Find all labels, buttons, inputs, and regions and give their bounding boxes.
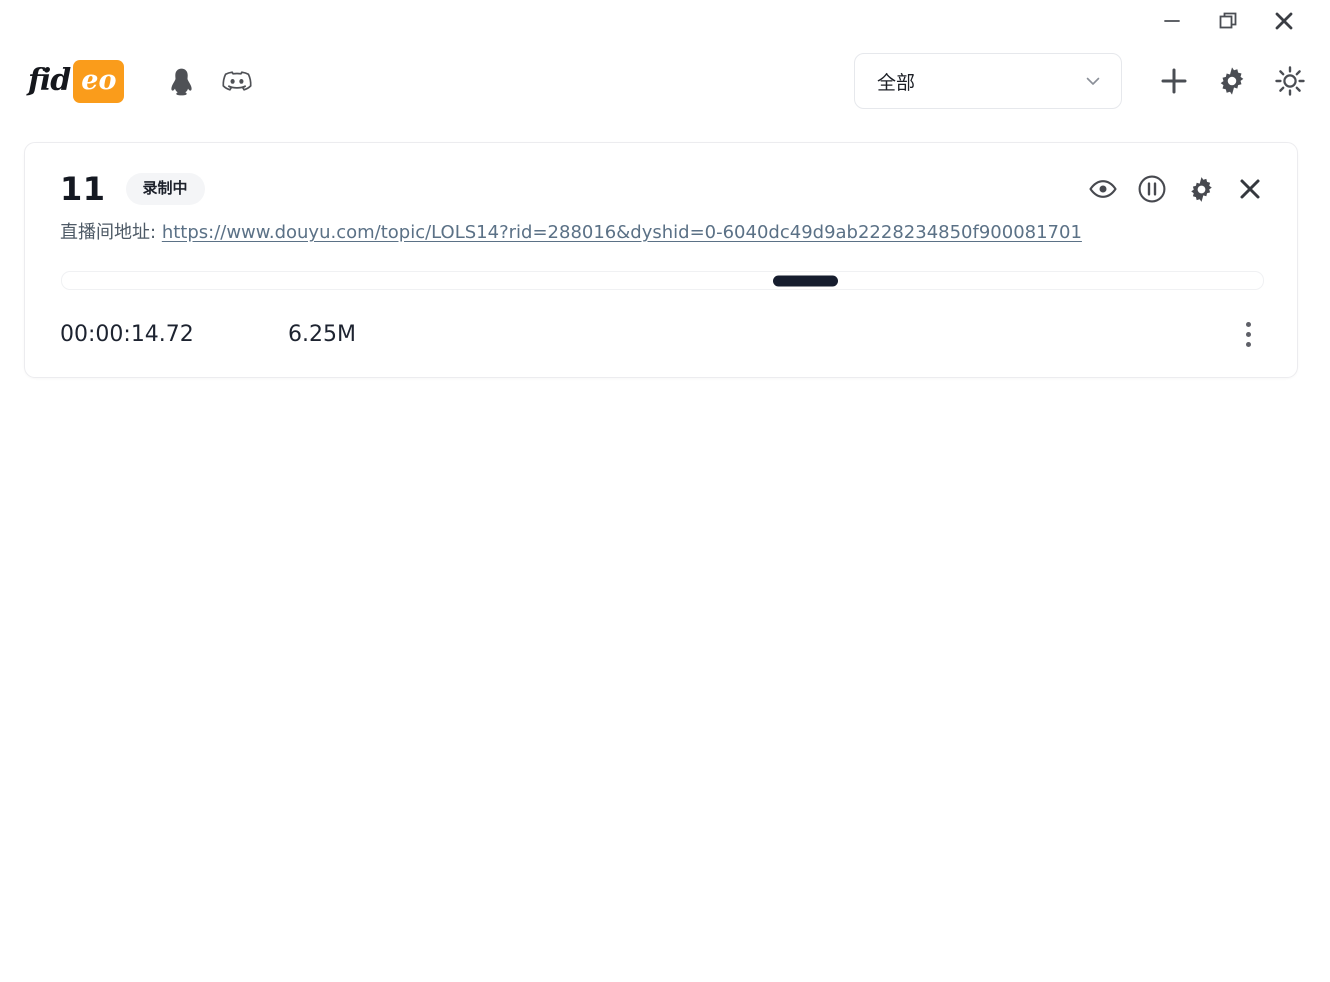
status-badge: 录制中 bbox=[125, 173, 205, 205]
discord-icon[interactable] bbox=[222, 66, 253, 96]
close-x-icon[interactable] bbox=[1235, 174, 1265, 204]
social-links bbox=[166, 66, 253, 96]
window-close-button[interactable] bbox=[1256, 0, 1312, 42]
add-icon[interactable] bbox=[1156, 63, 1192, 99]
progress-slider-handle[interactable] bbox=[772, 275, 838, 287]
window-restore-button[interactable] bbox=[1200, 0, 1256, 42]
more-options-icon[interactable] bbox=[1231, 317, 1265, 351]
progress-slider-track[interactable] bbox=[61, 271, 1264, 291]
kebab-dot bbox=[1245, 341, 1251, 347]
platform-filter-select[interactable]: 全部 bbox=[854, 53, 1122, 109]
header-actions bbox=[1156, 63, 1308, 99]
logo-text-primary: fid bbox=[28, 63, 71, 98]
chevron-down-icon bbox=[1086, 77, 1100, 85]
preview-eye-icon[interactable] bbox=[1088, 174, 1118, 204]
progress-slider-wrap bbox=[60, 271, 1265, 291]
recording-filesize: 6.25M bbox=[288, 321, 356, 347]
recording-duration: 00:00:14.72 bbox=[60, 321, 194, 347]
task-card-footer: 00:00:14.72 6.25M bbox=[60, 317, 1265, 351]
logo-text-accent: eo bbox=[73, 59, 125, 103]
kebab-dot bbox=[1245, 321, 1251, 327]
app-header: fid eo 全部 bbox=[0, 42, 1330, 120]
close-icon bbox=[1275, 12, 1293, 30]
restore-icon bbox=[1219, 12, 1237, 29]
qq-icon[interactable] bbox=[166, 66, 196, 96]
task-title: 11 bbox=[60, 170, 106, 208]
kebab-dot bbox=[1245, 331, 1251, 337]
pause-circle-icon[interactable] bbox=[1137, 174, 1167, 204]
task-card-actions bbox=[1088, 174, 1265, 204]
window-titlebar bbox=[0, 0, 1330, 42]
main-content: 11 录制中 直播间地址: https://www.douyu.com/topi… bbox=[0, 120, 1330, 379]
stream-url-row: 直播间地址: https://www.douyu.com/topic/LOLS1… bbox=[60, 221, 1265, 245]
app-logo: fid eo bbox=[28, 59, 125, 103]
stream-url-link[interactable]: https://www.douyu.com/topic/LOLS14?rid=2… bbox=[162, 222, 1082, 243]
window-minimize-button[interactable] bbox=[1144, 0, 1200, 42]
stream-url-label: 直播间地址: bbox=[60, 222, 157, 243]
theme-icon[interactable] bbox=[1272, 63, 1308, 99]
settings-gear-icon[interactable] bbox=[1186, 174, 1216, 204]
recording-task-card: 11 录制中 直播间地址: https://www.douyu.com/topi… bbox=[24, 142, 1298, 379]
settings-icon[interactable] bbox=[1214, 63, 1250, 99]
task-card-header: 11 录制中 bbox=[60, 173, 1265, 205]
minimize-icon bbox=[1164, 20, 1180, 22]
platform-filter-value: 全部 bbox=[877, 71, 916, 94]
